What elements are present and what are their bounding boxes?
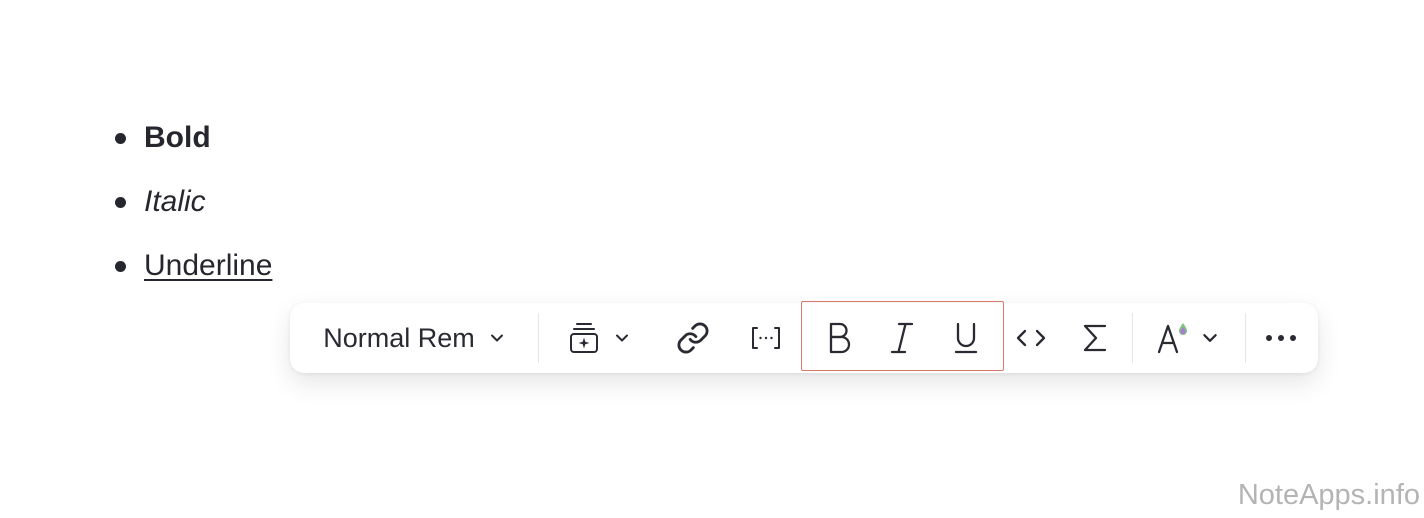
chevron-down-icon: [489, 330, 505, 346]
formatting-toolbar: Normal Rem: [290, 301, 1318, 373]
more-icon: [1265, 334, 1297, 342]
chevron-down-icon: [614, 330, 630, 346]
block-insert-icon: [568, 321, 600, 355]
text-style-dropdown[interactable]: Normal Rem: [298, 303, 530, 373]
bold-icon: [826, 321, 852, 355]
bullet-dot: [115, 261, 126, 272]
italic-button[interactable]: [870, 303, 934, 373]
text-color-button[interactable]: [1142, 303, 1232, 373]
inline-reference-button[interactable]: [733, 303, 799, 373]
bold-button[interactable]: [807, 303, 871, 373]
more-options-button[interactable]: [1252, 303, 1310, 373]
link-button[interactable]: [660, 303, 726, 373]
equation-button[interactable]: [1065, 303, 1125, 373]
bullet-list: Bold Italic Underline: [108, 112, 272, 304]
code-icon: [1015, 328, 1047, 348]
list-item-label: Underline: [144, 249, 273, 282]
list-item[interactable]: Underline: [108, 240, 272, 304]
list-item[interactable]: Bold: [108, 112, 272, 176]
toolbar-divider: [1132, 313, 1133, 363]
list-item-label: Italic: [144, 185, 206, 218]
watermark: NoteApps.info: [1237, 479, 1420, 511]
toolbar-divider: [1245, 313, 1246, 363]
underline-icon: [953, 321, 979, 355]
list-item-label: Bold: [144, 121, 211, 154]
link-icon: [676, 321, 710, 355]
toolbar-divider: [538, 313, 539, 363]
insert-block-button[interactable]: [556, 303, 642, 373]
italic-icon: [889, 321, 915, 355]
underline-button[interactable]: [934, 303, 998, 373]
chevron-down-icon: [1201, 329, 1219, 347]
bullet-dot: [115, 133, 126, 144]
code-button[interactable]: [1001, 303, 1061, 373]
bullet-dot: [115, 197, 126, 208]
list-item[interactable]: Italic: [108, 176, 272, 240]
text-style-label: Normal Rem: [323, 322, 475, 353]
text-color-icon: [1155, 321, 1191, 355]
inline-reference-icon: [750, 324, 782, 352]
sigma-icon: [1082, 322, 1108, 354]
